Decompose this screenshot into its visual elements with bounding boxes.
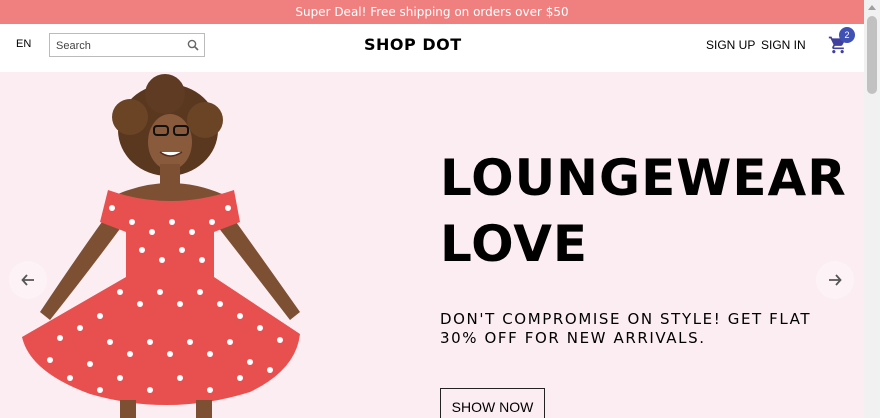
search-box <box>49 33 205 57</box>
hero-title: LOUNGEWEAR LOVE <box>440 145 847 277</box>
hero-subtitle-line-1: Don't compromise on style! Get flat <box>440 310 812 328</box>
language-selector[interactable]: EN <box>16 38 31 50</box>
promo-text: Super Deal! Free shipping on orders over… <box>295 5 569 19</box>
site-header: EN SHOP DOT SIGN UP SIGN IN 2 <box>0 24 864 72</box>
cart-count-badge: 2 <box>839 27 855 43</box>
sign-in-link[interactable]: SIGN IN <box>761 38 806 52</box>
arrow-right-icon <box>829 274 842 286</box>
promo-banner: Super Deal! Free shipping on orders over… <box>0 0 864 24</box>
hero-model-image <box>22 74 300 418</box>
site-logo[interactable]: SHOP DOT <box>364 35 462 54</box>
hero-title-line-2: LOVE <box>440 215 589 273</box>
hero-title-line-1: LOUNGEWEAR <box>440 149 847 207</box>
slider-next-button[interactable] <box>816 261 854 299</box>
scroll-up-icon[interactable] <box>868 4 876 10</box>
page-scrollbar[interactable] <box>864 0 880 418</box>
slider-prev-button[interactable] <box>9 261 47 299</box>
hero-subtitle: Don't compromise on style! Get flat 30% … <box>440 310 850 348</box>
show-now-button[interactable]: SHOW NOW <box>440 388 545 418</box>
search-icon[interactable] <box>187 39 199 51</box>
search-input[interactable] <box>50 35 178 57</box>
sign-up-link[interactable]: SIGN UP <box>706 38 755 52</box>
scrollbar-thumb[interactable] <box>867 16 877 94</box>
hero-slider: LOUNGEWEAR LOVE Don't compromise on styl… <box>0 72 864 418</box>
arrow-left-icon <box>21 274 34 286</box>
hero-subtitle-line-2: 30% off for New Arrivals. <box>440 329 706 347</box>
